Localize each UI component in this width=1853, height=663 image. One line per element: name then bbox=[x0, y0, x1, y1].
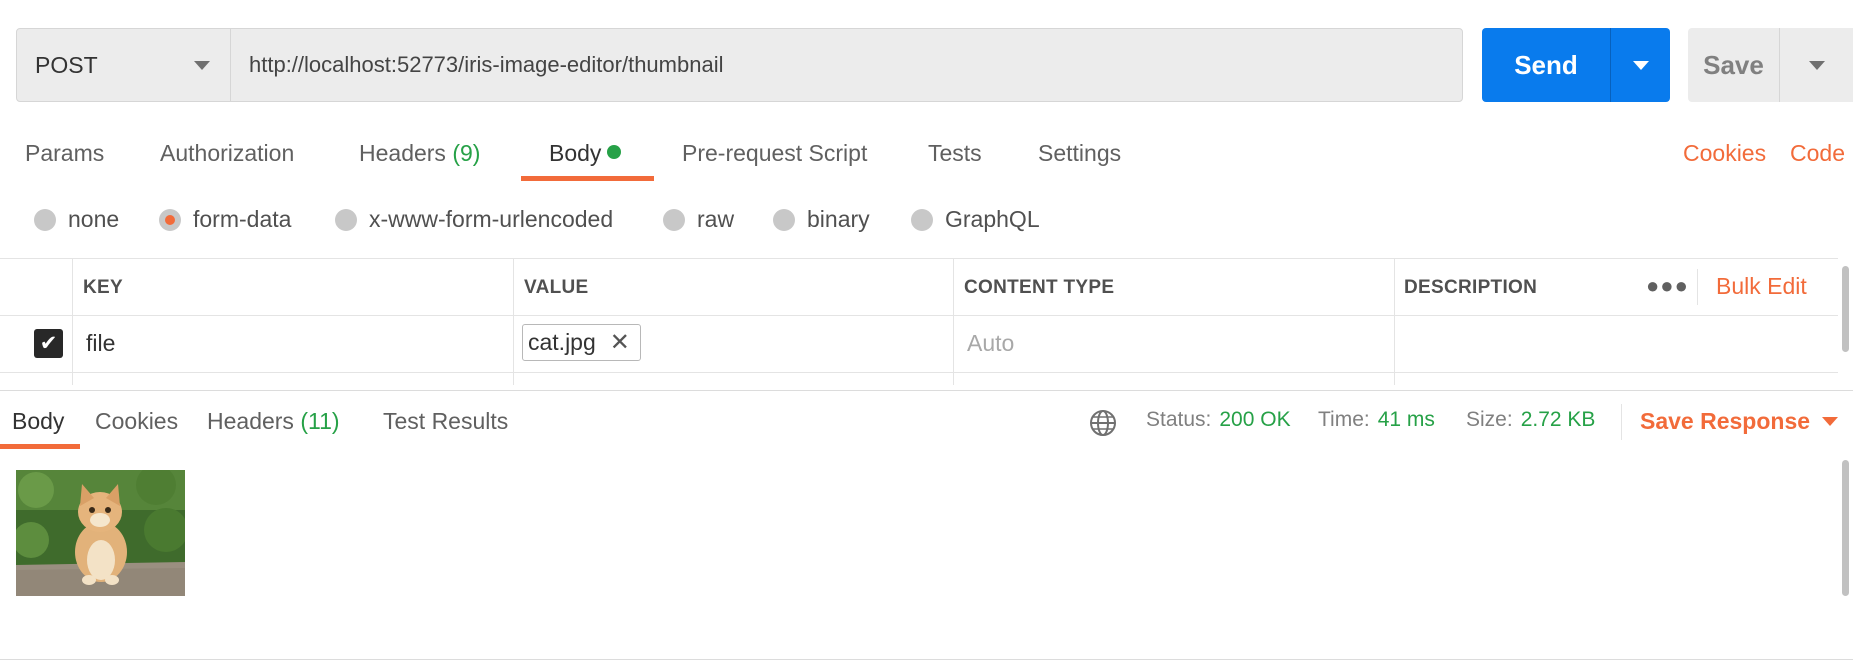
save-button[interactable]: Save bbox=[1688, 28, 1780, 102]
column-header-content-type: CONTENT TYPE bbox=[964, 277, 1115, 298]
body-type-binary[interactable]: binary bbox=[773, 206, 870, 233]
body-type-form-data[interactable]: form-data bbox=[159, 206, 291, 233]
response-scrollbar[interactable] bbox=[1842, 460, 1849, 596]
size-value: 2.72 KB bbox=[1520, 408, 1596, 431]
column-header-key: KEY bbox=[83, 277, 123, 298]
tab-authorization[interactable]: Authorization bbox=[160, 140, 294, 167]
tab-body-label: Body bbox=[549, 140, 602, 166]
send-dropdown-button[interactable] bbox=[1611, 28, 1670, 102]
form-data-table: KEY VALUE CONTENT TYPE DESCRIPTION ●●● B… bbox=[0, 258, 1838, 385]
radio-icon bbox=[335, 208, 357, 231]
url-input[interactable]: http://localhost:52773/iris-image-editor… bbox=[231, 29, 1462, 101]
radio-selected-icon bbox=[159, 208, 181, 231]
status-label: Status: bbox=[1146, 408, 1212, 431]
checkmark-icon: ✔ bbox=[39, 332, 58, 355]
request-url-bar: POST http://localhost:52773/iris-image-e… bbox=[16, 28, 1463, 102]
radio-icon bbox=[911, 208, 933, 231]
radio-icon bbox=[663, 208, 685, 231]
body-type-label: form-data bbox=[193, 206, 292, 232]
body-type-label: raw bbox=[697, 206, 735, 232]
time-label: Time: bbox=[1318, 408, 1370, 431]
method-select[interactable]: POST bbox=[17, 29, 231, 101]
body-type-urlencoded[interactable]: x-www-form-urlencoded bbox=[335, 206, 613, 233]
body-active-dot bbox=[607, 145, 622, 159]
tab-params[interactable]: Params bbox=[25, 140, 104, 167]
tab-tests[interactable]: Tests bbox=[928, 140, 982, 167]
chevron-down-icon bbox=[1808, 60, 1825, 70]
save-dropdown-button[interactable] bbox=[1780, 28, 1853, 102]
response-tab-headers-count: (11) bbox=[300, 408, 340, 434]
tab-headers[interactable]: Headers (9) bbox=[359, 140, 480, 167]
tab-headers-count: (9) bbox=[452, 140, 481, 166]
table-row: ✔ file cat.jpg ✕ Auto bbox=[0, 316, 1838, 373]
file-chip: cat.jpg ✕ bbox=[522, 324, 641, 361]
chevron-down-icon bbox=[1632, 60, 1649, 70]
body-type-label: none bbox=[68, 206, 120, 232]
chevron-down-icon bbox=[194, 60, 210, 70]
time-value: 41 ms bbox=[1377, 408, 1435, 431]
tab-prerequest-script[interactable]: Pre-request Script bbox=[682, 140, 867, 167]
response-tab-headers[interactable]: Headers (11) bbox=[207, 408, 340, 435]
globe-icon[interactable] bbox=[1089, 409, 1117, 437]
body-type-label: GraphQL bbox=[945, 206, 1040, 232]
response-image bbox=[16, 470, 185, 596]
send-button[interactable]: Send bbox=[1482, 28, 1611, 102]
radio-icon bbox=[34, 208, 56, 231]
radio-icon bbox=[773, 208, 795, 231]
column-header-description: DESCRIPTION bbox=[1404, 277, 1538, 298]
body-type-raw[interactable]: raw bbox=[663, 206, 734, 233]
body-type-radio-group: none form-data x-www-form-urlencoded raw… bbox=[0, 200, 1200, 244]
close-icon[interactable]: ✕ bbox=[610, 328, 630, 357]
content-type-cell[interactable]: Auto bbox=[967, 330, 1014, 357]
url-text: http://localhost:52773/iris-image-editor… bbox=[249, 52, 724, 77]
key-cell[interactable]: file bbox=[86, 330, 115, 357]
divider bbox=[0, 659, 1853, 660]
active-tab-indicator bbox=[521, 176, 654, 181]
response-tab-test-results[interactable]: Test Results bbox=[383, 408, 508, 435]
send-button-group: Send bbox=[1482, 28, 1670, 102]
cookies-link[interactable]: Cookies bbox=[1683, 140, 1766, 167]
active-tab-indicator bbox=[0, 444, 80, 449]
tab-headers-label: Headers bbox=[359, 140, 446, 166]
row-checkbox[interactable]: ✔ bbox=[34, 329, 63, 358]
body-type-label: binary bbox=[807, 206, 870, 232]
chevron-down-icon bbox=[1822, 417, 1839, 426]
save-button-group: Save bbox=[1688, 28, 1853, 102]
save-response-label: Save Response bbox=[1640, 408, 1811, 434]
request-scrollbar[interactable] bbox=[1842, 266, 1849, 352]
size-label: Size: bbox=[1466, 408, 1513, 431]
bulk-edit-link[interactable]: Bulk Edit bbox=[1716, 273, 1807, 300]
method-label: POST bbox=[35, 51, 98, 78]
pane-divider[interactable] bbox=[0, 390, 1853, 391]
response-tab-cookies[interactable]: Cookies bbox=[95, 408, 178, 435]
body-type-label: x-www-form-urlencoded bbox=[369, 206, 614, 232]
status-value: 200 OK bbox=[1219, 408, 1291, 431]
tab-settings[interactable]: Settings bbox=[1038, 140, 1121, 167]
response-tabs: Body Cookies Headers (11) Test Results S… bbox=[0, 392, 1853, 452]
body-type-graphql[interactable]: GraphQL bbox=[911, 206, 1040, 233]
response-size: Size: 2.72 KB bbox=[1466, 408, 1595, 432]
response-tab-headers-label: Headers bbox=[207, 408, 294, 434]
column-header-value: VALUE bbox=[524, 277, 589, 298]
body-type-none[interactable]: none bbox=[34, 206, 119, 233]
save-response-button[interactable]: Save Response bbox=[1640, 408, 1839, 435]
response-tab-body[interactable]: Body bbox=[12, 408, 64, 435]
response-time: Time: 41 ms bbox=[1318, 408, 1435, 432]
tab-body[interactable]: Body bbox=[549, 140, 622, 167]
code-link[interactable]: Code bbox=[1790, 140, 1845, 167]
more-icon[interactable]: ●●● bbox=[1646, 273, 1689, 299]
empty-table-row[interactable] bbox=[0, 373, 1838, 385]
divider bbox=[1697, 269, 1698, 305]
request-tabs: Params Authorization Headers (9) Body Pr… bbox=[0, 130, 1853, 184]
divider bbox=[1621, 404, 1622, 440]
table-header-row: KEY VALUE CONTENT TYPE DESCRIPTION ●●● B… bbox=[0, 259, 1838, 316]
response-status: Status: 200 OK bbox=[1146, 408, 1291, 432]
file-name: cat.jpg bbox=[528, 329, 596, 355]
